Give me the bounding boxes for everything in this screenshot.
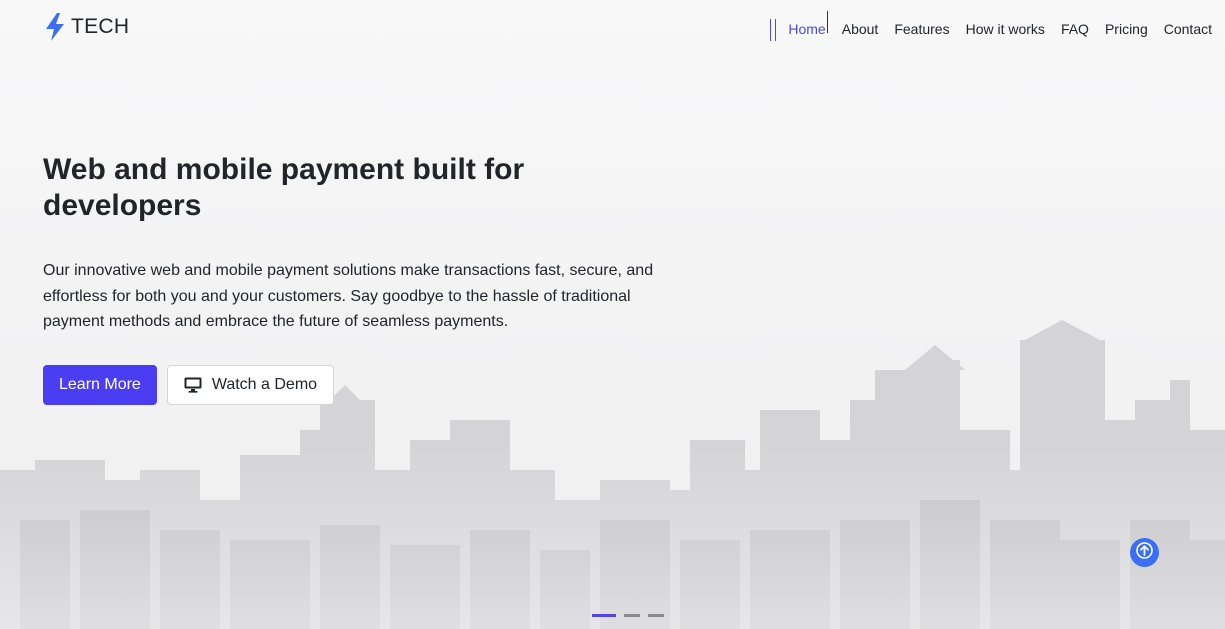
nav-item-pricing[interactable]: Pricing — [1105, 21, 1148, 37]
nav-item-home[interactable]: Home — [770, 11, 829, 41]
monitor-icon — [184, 377, 202, 393]
carousel-indicator[interactable] — [624, 614, 640, 617]
arrow-up-icon — [1136, 541, 1153, 564]
nav-item-contact[interactable]: Contact — [1164, 21, 1212, 37]
nav-item-about[interactable]: About — [842, 21, 879, 37]
nav-item-features[interactable]: Features — [894, 21, 949, 37]
carousel-indicator[interactable] — [648, 614, 664, 617]
carousel-indicator[interactable] — [592, 614, 616, 617]
watch-demo-button[interactable]: Watch a Demo — [166, 364, 335, 405]
learn-more-label: Learn More — [59, 375, 141, 393]
carousel-indicators — [592, 614, 664, 617]
brand-name: TECH — [71, 15, 130, 38]
nav-menu: Home About Features How it works FAQ Pri… — [770, 11, 1212, 41]
hero-section: Web and mobile payment built for develop… — [43, 152, 683, 405]
scroll-to-top-button[interactable] — [1130, 538, 1159, 567]
hero-actions: Learn More Watch a Demo — [43, 364, 683, 405]
nav-item-how-it-works[interactable]: How it works — [966, 21, 1045, 37]
nav-item-faq[interactable]: FAQ — [1061, 21, 1089, 37]
lightning-bolt-icon — [43, 12, 67, 42]
learn-more-button[interactable]: Learn More — [43, 364, 157, 405]
hero-title: Web and mobile payment built for develop… — [43, 153, 525, 222]
brand-logo[interactable]: TECH — [43, 12, 129, 42]
navbar: TECH Home About Features How it works FA… — [0, 0, 1225, 60]
watch-demo-label: Watch a Demo — [211, 375, 318, 393]
hero-description: Our innovative web and mobile payment so… — [43, 262, 654, 330]
